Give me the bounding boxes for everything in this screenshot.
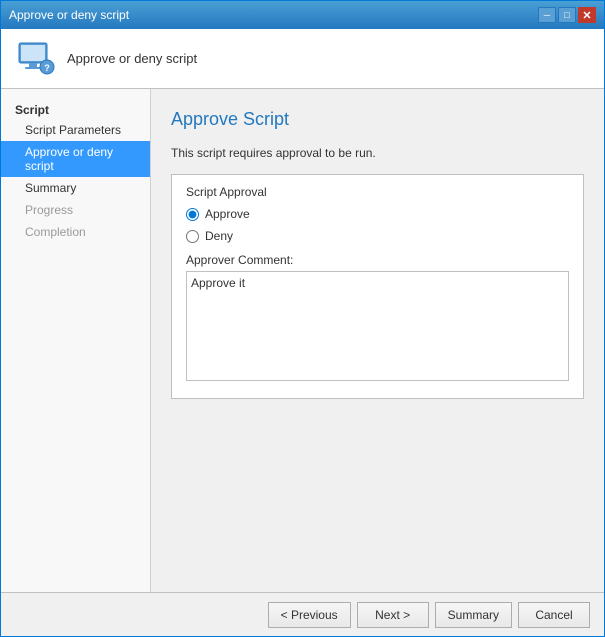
cancel-button[interactable]: Cancel xyxy=(518,602,590,628)
deny-radio[interactable] xyxy=(186,230,199,243)
description-text: This script requires approval to be run. xyxy=(171,146,584,160)
page-title: Approve Script xyxy=(171,109,584,130)
sidebar-item-script-parameters[interactable]: Script Parameters xyxy=(1,119,150,141)
header-title: Approve or deny script xyxy=(67,51,197,66)
script-approval-group: Script Approval Approve Deny Approver Co… xyxy=(171,174,584,399)
sidebar-item-approve-deny[interactable]: Approve or deny script xyxy=(1,141,150,177)
approve-radio-option[interactable]: Approve xyxy=(186,207,569,221)
comment-label: Approver Comment: xyxy=(186,253,569,267)
sidebar: Script Script Parameters Approve or deny… xyxy=(1,89,151,592)
dialog-window: Approve or deny script ─ □ ✕ ? Approve o… xyxy=(0,0,605,637)
close-button[interactable]: ✕ xyxy=(578,7,596,23)
title-bar-controls: ─ □ ✕ xyxy=(538,7,596,23)
sidebar-item-completion: Completion xyxy=(1,221,150,243)
content-area: Script Script Parameters Approve or deny… xyxy=(1,89,604,592)
main-content: Approve Script This script requires appr… xyxy=(151,89,604,592)
sidebar-item-summary[interactable]: Summary xyxy=(1,177,150,199)
maximize-button[interactable]: □ xyxy=(558,7,576,23)
footer: < Previous Next > Summary Cancel xyxy=(1,592,604,636)
sidebar-item-progress: Progress xyxy=(1,199,150,221)
deny-radio-option[interactable]: Deny xyxy=(186,229,569,243)
previous-button[interactable]: < Previous xyxy=(268,602,351,628)
sidebar-section-script: Script xyxy=(1,99,150,119)
window-title: Approve or deny script xyxy=(9,8,129,22)
group-box-label: Script Approval xyxy=(186,185,569,199)
approve-label: Approve xyxy=(205,207,250,221)
next-button[interactable]: Next > xyxy=(357,602,429,628)
approver-comment-textarea[interactable] xyxy=(186,271,569,381)
minimize-button[interactable]: ─ xyxy=(538,7,556,23)
deny-label: Deny xyxy=(205,229,233,243)
computer-icon: ? xyxy=(15,39,55,79)
summary-button[interactable]: Summary xyxy=(435,602,512,628)
title-bar: Approve or deny script ─ □ ✕ xyxy=(1,1,604,29)
header-area: ? Approve or deny script xyxy=(1,29,604,89)
svg-text:?: ? xyxy=(44,63,50,73)
approve-radio[interactable] xyxy=(186,208,199,221)
